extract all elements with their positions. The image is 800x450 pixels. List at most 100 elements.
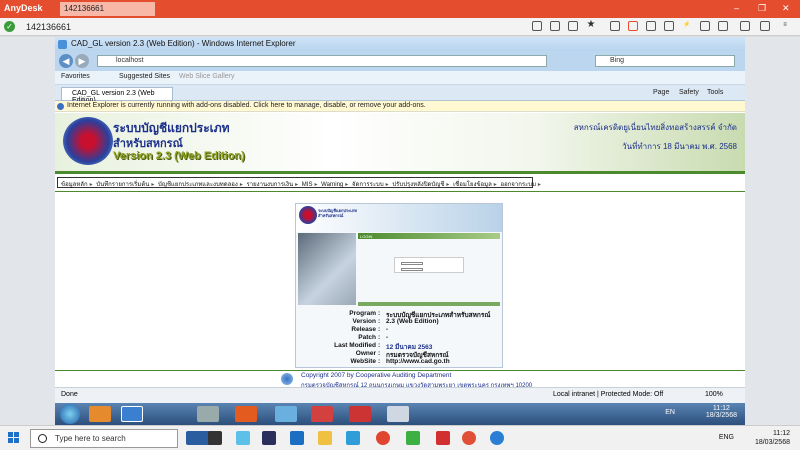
copilot-icon[interactable]: [236, 431, 250, 445]
search-engine: Bing: [610, 57, 625, 64]
anydesk-app-name: AnyDesk: [4, 3, 43, 13]
search-box[interactable]: Bing: [595, 55, 735, 67]
favorites-button[interactable]: Favorites: [61, 73, 90, 80]
app-icon[interactable]: [387, 406, 409, 422]
card-header-title: ระบบบัญชีแยกประเภท สำหรับสหกรณ์: [318, 208, 357, 218]
menu-item-data-link[interactable]: เชื่อมโยงข้อมูล: [453, 182, 492, 188]
menu-item-initial-entry[interactable]: บันทึกรายการเริ่มต้น: [96, 182, 149, 188]
menu-item-post-close[interactable]: ปรับปรุงหลังปิดบัญชี: [392, 182, 444, 188]
pdf-icon[interactable]: [349, 406, 371, 422]
pdf-icon[interactable]: [311, 406, 333, 422]
app-icon[interactable]: [197, 406, 219, 422]
remote-desktop[interactable]: CAD_GL version 2.3 (Web Edition) - Windo…: [55, 37, 745, 403]
lightning-icon[interactable]: ⚡: [682, 21, 692, 31]
file-icon[interactable]: [610, 21, 620, 31]
minimize-icon[interactable]: –: [734, 3, 739, 13]
right-margin: [745, 37, 800, 425]
outlook-icon[interactable]: [290, 431, 304, 445]
infobar-text: Internet Explorer is currently running w…: [67, 102, 426, 109]
settings-icon[interactable]: [740, 21, 750, 31]
info-icon: [57, 103, 64, 110]
anydesk-icon[interactable]: [462, 431, 476, 445]
card-header: ระบบบัญชีแยกประเภท สำหรับสหกรณ์: [296, 204, 502, 232]
address-bar[interactable]: localhost: [97, 55, 547, 67]
back-icon[interactable]: ◀: [59, 54, 73, 68]
address-text: localhost: [116, 57, 144, 64]
suggested-sites-link[interactable]: Suggested Sites: [119, 73, 170, 80]
card-footer-bar: [358, 302, 500, 306]
toggle-icon[interactable]: [760, 21, 770, 31]
start-orb-icon[interactable]: [60, 404, 80, 424]
photoshop-icon[interactable]: [262, 431, 276, 445]
session-tab-label: 142136661: [64, 4, 105, 13]
search-icon: [38, 434, 47, 443]
menu-item-logout[interactable]: ออกจากระบบ: [500, 182, 535, 188]
keyboard-icon[interactable]: [700, 21, 710, 31]
login-card: ระบบบัญชีแยกประเภท สำหรับสหกรณ์ LOGIN Pro…: [295, 203, 503, 368]
clock[interactable]: 11:12 18/3/2568: [706, 405, 737, 419]
message-icon[interactable]: [664, 21, 674, 31]
ie-tab[interactable]: CAD_GL version 2.3 (Web Edition): [61, 87, 173, 104]
acrobat-icon[interactable]: [436, 431, 450, 445]
zoom-level[interactable]: 100%: [705, 391, 723, 398]
left-margin: [0, 37, 55, 425]
web-slice-link[interactable]: Web Slice Gallery: [179, 73, 235, 80]
copyright-text: Copyright 2007 by Cooperative Auditing D…: [301, 372, 452, 379]
ie-taskbar-icon[interactable]: [121, 406, 143, 422]
taskbar-search[interactable]: Type here to search: [30, 429, 178, 448]
anydesk-toolbar: ✓ 142136661 ★ ⚡ ≡: [0, 18, 800, 36]
language-indicator[interactable]: ENG: [719, 434, 734, 441]
remote-taskbar: EN 11:12 18/3/2568: [55, 403, 745, 425]
windows-start-icon[interactable]: [8, 432, 20, 444]
ie-infobar[interactable]: Internet Explorer is currently running w…: [55, 101, 745, 112]
info-row: Last Modified:12 มีนาคม 2563: [334, 342, 433, 351]
login-form: [394, 257, 464, 273]
menu-item-reports[interactable]: รายงานงบการเงิน: [247, 182, 294, 188]
ie-titlebar: CAD_GL version 2.3 (Web Edition) - Windo…: [55, 37, 745, 51]
coop-name: สหกรณ์เครดิตยูเนี่ยนไทยสิ่งทอสร้างสรรค์ …: [573, 123, 737, 132]
media-player-icon[interactable]: [89, 406, 111, 422]
tools-icon[interactable]: [718, 21, 728, 31]
menu-item-master-data[interactable]: ข้อมูลหลัก: [61, 182, 88, 188]
restore-icon[interactable]: ❐: [758, 3, 766, 14]
anydesk-session-tab[interactable]: 142136661: [60, 2, 155, 16]
status-text: Done: [61, 391, 78, 398]
menu-item-warning[interactable]: Warning: [321, 182, 343, 188]
info-row: Owner: กรมตรวจบัญชีสหกรณ์: [355, 350, 449, 359]
monitor-icon[interactable]: [646, 21, 656, 31]
hourglass-icon[interactable]: [550, 21, 560, 31]
card-logo: [299, 206, 317, 224]
language-indicator[interactable]: EN: [665, 409, 675, 416]
folder-icon[interactable]: [318, 431, 332, 445]
chat-icon[interactable]: [532, 21, 542, 31]
username-field[interactable]: [401, 261, 423, 265]
info-row: Version:2.3 (Web Edition): [352, 318, 439, 325]
remote-id: 142136661: [26, 22, 72, 32]
chrome-icon[interactable]: [376, 431, 390, 445]
ie-app-icon: [58, 40, 67, 49]
password-field[interactable]: [401, 267, 423, 271]
main-menu: ข้อมูลหลัก ▸ บันทึกรายการเริ่มต้น ▸ บัญชีแ…: [57, 177, 541, 188]
app-icon[interactable]: [275, 406, 297, 422]
task-view-icon[interactable]: [208, 431, 222, 445]
ie-window-title: CAD_GL version 2.3 (Web Edition) - Windo…: [71, 39, 296, 48]
app-icon[interactable]: [490, 431, 504, 445]
forward-icon[interactable]: ▶: [75, 54, 89, 68]
edge-icon[interactable]: [346, 431, 360, 445]
divider: [55, 171, 745, 174]
action-icon[interactable]: [628, 21, 638, 31]
tools-menu[interactable]: Tools: [707, 89, 723, 96]
menu-item-ledger[interactable]: บัญชีแยกประเภทและงบทดลอง: [158, 182, 238, 188]
menu-icon[interactable]: ≡: [780, 21, 790, 31]
menu-item-system[interactable]: จัดการระบบ: [352, 182, 384, 188]
database-icon[interactable]: [568, 21, 578, 31]
ie-navbar: ◀ ▶ localhost Bing: [55, 51, 745, 71]
close-icon[interactable]: ✕: [782, 3, 790, 14]
menu-item-mis[interactable]: MIS: [302, 182, 313, 188]
page-menu[interactable]: Page: [653, 89, 669, 96]
office-icon[interactable]: [235, 406, 257, 422]
star-icon[interactable]: ★: [586, 20, 596, 31]
line-icon[interactable]: [406, 431, 420, 445]
safety-menu[interactable]: Safety: [679, 89, 699, 96]
clock[interactable]: 11:12 18/03/2568: [755, 429, 790, 447]
